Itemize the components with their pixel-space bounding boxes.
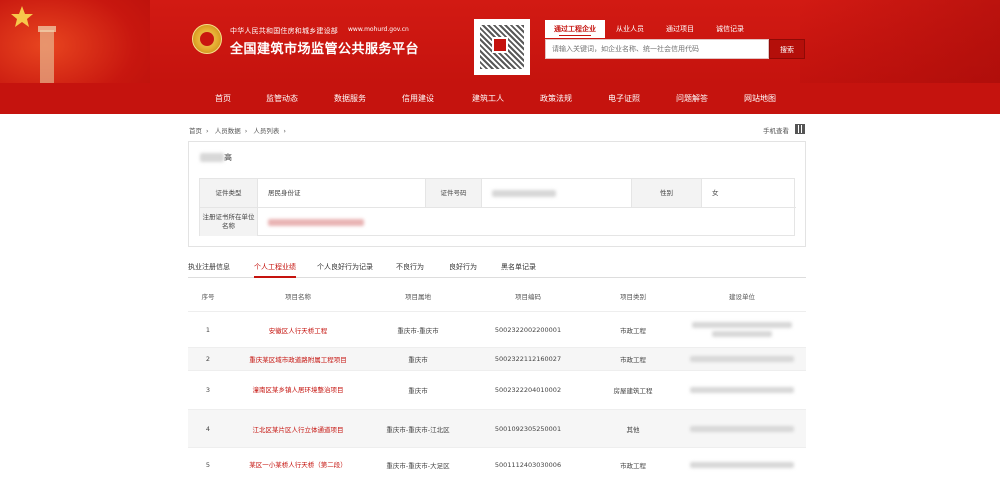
search-tab-personnel[interactable]: 从业人员: [605, 20, 655, 38]
search-tab-credit[interactable]: 诚信记录: [705, 20, 755, 38]
search-type-tabs: 通过工程企业 从业人员 通过项目 诚信记录: [545, 20, 801, 38]
value-id-number: [482, 179, 632, 208]
breadcrumb-personnel-list[interactable]: 人员列表: [253, 127, 279, 135]
star-icon: [11, 6, 56, 83]
value-id-type: 居民身份证: [258, 179, 426, 208]
project-link[interactable]: 某区一小某桥人行天桥（第二段）: [236, 448, 360, 482]
col-project-name: 项目名称: [285, 293, 311, 301]
table-header: 序号 项目名称 项目属地 项目编码 项目类别 建设单位: [188, 284, 806, 310]
tab-bad-behavior[interactable]: 不良行为: [396, 260, 424, 278]
table-row: 1 安徽区人行天桥工程 重庆市-重庆市 5002322002200001 市政工…: [188, 311, 806, 347]
national-emblem-logo: [192, 24, 222, 54]
label-gender: 性别: [632, 179, 702, 208]
search-box: [545, 39, 769, 59]
search-input[interactable]: [546, 40, 768, 58]
tab-project-performance[interactable]: 个人工程业绩: [254, 260, 296, 278]
label-id-type: 证件类型: [200, 179, 258, 208]
col-project-location: 项目属地: [405, 293, 431, 301]
header-decoration-left: [0, 0, 150, 83]
col-construction-unit: 建设单位: [729, 293, 755, 301]
header-decoration-right: [800, 0, 1000, 83]
redacted-unit: [678, 410, 806, 447]
tab-blacklist[interactable]: 黑名单记录: [501, 260, 536, 278]
qr-small-icon[interactable]: [795, 124, 805, 134]
project-link[interactable]: 重庆某区域市政道路附属工程项目: [228, 348, 368, 370]
value-gender: 女: [702, 179, 796, 208]
tab-good-behavior[interactable]: 个人良好行为记录: [317, 260, 373, 278]
tab-registration[interactable]: 执业注册信息: [188, 260, 230, 278]
ministry-url[interactable]: www.mohurd.gov.cn: [348, 26, 409, 33]
search-tab-project[interactable]: 通过项目: [655, 20, 705, 38]
site-title: 全国建筑市场监管公共服务平台: [230, 42, 420, 57]
col-no: 序号: [201, 293, 215, 301]
person-info-grid: 证件类型 居民身份证 证件号码 性别 女 注册证书所在单位名称: [199, 178, 796, 236]
main-nav: 首页 监管动态 数据服务 信用建设 建筑工人 政策法规 电子证照 问题解答 网站…: [0, 83, 1000, 114]
nav-sitemap[interactable]: 网站地图: [734, 83, 786, 114]
value-company: [258, 208, 796, 236]
redacted-unit: [678, 312, 806, 347]
breadcrumb: 首页 › 人员数据 › 人员列表 ›: [189, 127, 286, 135]
table-row: 2 重庆某区域市政道路附属工程项目 重庆市 5002322112160027 市…: [188, 347, 806, 370]
label-company: 注册证书所在单位名称: [200, 208, 258, 236]
nav-credit[interactable]: 信用建设: [392, 83, 444, 114]
nav-regulatory-news[interactable]: 监管动态: [256, 83, 308, 114]
search-tab-enterprise[interactable]: 通过工程企业: [545, 20, 605, 38]
nav-home[interactable]: 首页: [205, 83, 241, 114]
nav-policy[interactable]: 政策法规: [530, 83, 582, 114]
ministry-name: 中华人民共和国住房和城乡建设部: [230, 27, 338, 35]
col-project-type: 项目类别: [620, 293, 646, 301]
project-link[interactable]: 安徽区人行天桥工程: [228, 312, 368, 347]
col-project-code: 项目编码: [515, 293, 541, 301]
table-row: 3 潼南区某乡镇人居环境整治项目 重庆市 5002322204010002 房屋…: [188, 370, 806, 409]
record-tabs: 执业注册信息 个人工程业绩 个人良好行为记录 不良行为 良好行为 黑名单记录: [188, 260, 806, 278]
table-row: 4 江北区某片区人行立体通道项目 重庆市-重庆市-江北区 50010923052…: [188, 409, 806, 447]
nav-workers[interactable]: 建筑工人: [462, 83, 514, 114]
tab-good-record[interactable]: 良好行为: [449, 260, 477, 278]
table-row: 5 某区一小某桥人行天桥（第二段） 重庆市-重庆市-大足区 5001112403…: [188, 447, 806, 482]
qr-code: [474, 19, 530, 75]
redacted-unit: [678, 371, 806, 409]
nav-data-services[interactable]: 数据服务: [324, 83, 376, 114]
person-name: 高: [200, 152, 232, 163]
project-link[interactable]: 潼南区某乡镇人居环境整治项目: [236, 371, 360, 409]
nav-e-certificates[interactable]: 电子证照: [598, 83, 650, 114]
redacted-unit: [678, 348, 806, 370]
nav-faq[interactable]: 问题解答: [666, 83, 718, 114]
breadcrumb-personnel-data[interactable]: 人员数据: [215, 127, 241, 135]
site-header: 中华人民共和国住房和城乡建设部 www.mohurd.gov.cn 全国建筑市场…: [0, 0, 1000, 83]
label-id-number: 证件号码: [426, 179, 482, 208]
mobile-view-link[interactable]: 手机查看: [763, 125, 789, 135]
redacted-unit: [678, 448, 806, 482]
redacted-name: [200, 153, 224, 162]
breadcrumb-home[interactable]: 首页: [189, 127, 202, 135]
search-button[interactable]: 搜索: [769, 39, 805, 59]
project-link[interactable]: 江北区某片区人行立体通道项目: [228, 410, 368, 447]
